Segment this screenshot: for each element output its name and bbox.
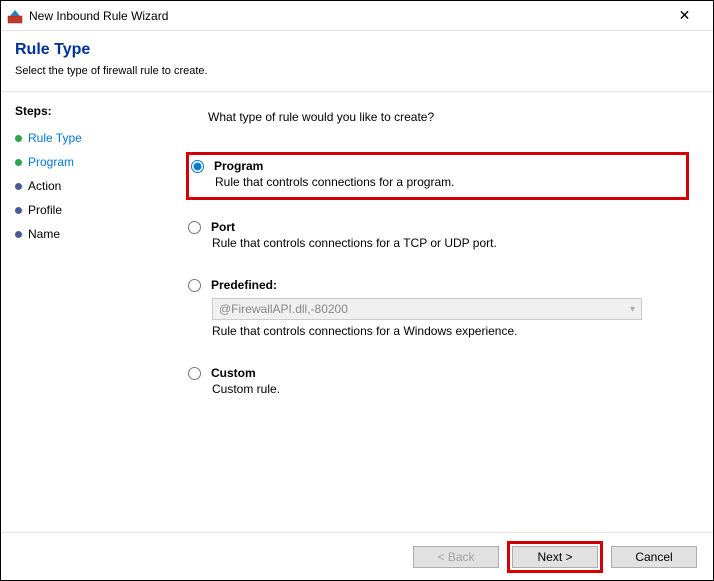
bullet-icon	[15, 159, 22, 166]
radio-input-port[interactable]	[188, 221, 201, 234]
predefined-select: @FirewallAPI.dll,-80200 ▾	[212, 298, 642, 320]
predefined-value: @FirewallAPI.dll,-80200	[219, 302, 348, 316]
option-label: Custom	[211, 366, 256, 380]
option-label: Predefined:	[211, 278, 277, 292]
page-title: Rule Type	[15, 41, 699, 59]
cancel-button[interactable]: Cancel	[611, 546, 697, 568]
page-subtitle: Select the type of firewall rule to crea…	[15, 65, 699, 77]
close-button[interactable]: ✕	[662, 1, 707, 30]
bullet-icon	[15, 207, 22, 214]
step-label: Rule Type	[28, 131, 82, 145]
step-label: Program	[28, 155, 74, 169]
content-pane: What type of rule would you like to crea…	[176, 92, 713, 530]
step-program[interactable]: Program	[15, 150, 162, 174]
content-prompt: What type of rule would you like to crea…	[208, 110, 689, 124]
chevron-down-icon: ▾	[630, 304, 635, 315]
step-label: Action	[28, 179, 61, 193]
option-custom: Custom Custom rule.	[186, 362, 689, 404]
radio-port[interactable]: Port	[188, 220, 683, 234]
close-icon: ✕	[679, 7, 691, 24]
next-button-highlight: Next >	[507, 541, 603, 573]
next-button[interactable]: Next >	[512, 546, 598, 568]
step-action[interactable]: Action	[15, 174, 162, 198]
option-desc: Rule that controls connections for a pro…	[215, 175, 680, 189]
option-desc: Custom rule.	[212, 382, 683, 396]
firewall-icon	[7, 8, 23, 24]
option-label: Port	[211, 220, 235, 234]
step-label: Name	[28, 227, 60, 241]
sidebar-title: Steps:	[15, 104, 162, 118]
option-desc: Rule that controls connections for a Win…	[212, 324, 683, 338]
titlebar: New Inbound Rule Wizard ✕	[1, 1, 713, 31]
option-program: Program Rule that controls connections f…	[186, 152, 689, 200]
window-title: New Inbound Rule Wizard	[29, 9, 662, 23]
step-label: Profile	[28, 203, 62, 217]
step-name[interactable]: Name	[15, 222, 162, 246]
radio-custom[interactable]: Custom	[188, 366, 683, 380]
option-predefined: Predefined: @FirewallAPI.dll,-80200 ▾ Ru…	[186, 274, 689, 346]
step-rule-type[interactable]: Rule Type	[15, 126, 162, 150]
radio-input-custom[interactable]	[188, 367, 201, 380]
sidebar: Steps: Rule Type Program Action Profile …	[1, 92, 176, 530]
radio-program[interactable]: Program	[191, 159, 680, 173]
step-profile[interactable]: Profile	[15, 198, 162, 222]
back-button: < Back	[413, 546, 499, 568]
footer: < Back Next > Cancel	[1, 532, 713, 580]
option-port: Port Rule that controls connections for …	[186, 216, 689, 258]
option-desc: Rule that controls connections for a TCP…	[212, 236, 683, 250]
header: Rule Type Select the type of firewall ru…	[1, 31, 713, 91]
radio-input-predefined[interactable]	[188, 279, 201, 292]
radio-input-program[interactable]	[191, 160, 204, 173]
bullet-icon	[15, 183, 22, 190]
option-label: Program	[214, 159, 263, 173]
bullet-icon	[15, 231, 22, 238]
radio-predefined[interactable]: Predefined:	[188, 278, 683, 292]
bullet-icon	[15, 135, 22, 142]
